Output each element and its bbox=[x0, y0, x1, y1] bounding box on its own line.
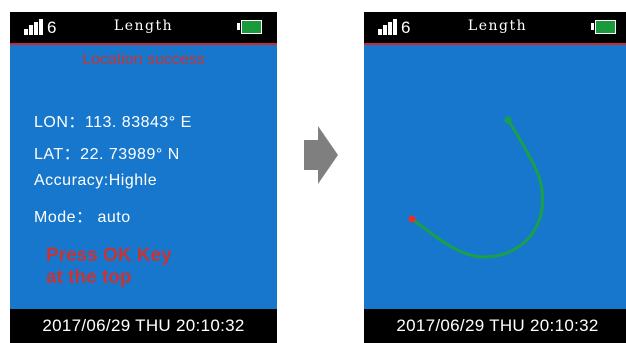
track-start-point bbox=[408, 215, 416, 223]
latitude-value: 22. 73989° N bbox=[80, 146, 180, 163]
datetime-footer: 2017/06/29 THU 20:10:32 bbox=[364, 309, 626, 343]
accuracy-text: Accuracy:Highle bbox=[34, 172, 158, 189]
longitude-label: LON： bbox=[34, 114, 85, 131]
location-status: Location success bbox=[82, 51, 205, 68]
press-ok-line1: Press OK Key bbox=[46, 245, 172, 266]
track-panel bbox=[364, 45, 626, 309]
location-panel: Location success LON：113. 83843° E LAT：2… bbox=[10, 45, 277, 309]
datetime-footer: 2017/06/29 THU 20:10:32 bbox=[10, 309, 277, 343]
latitude-label: LAT： bbox=[34, 146, 81, 163]
device-screen-location: 6 Length Location success LON：113. 83843… bbox=[10, 12, 277, 343]
right-arrow-icon bbox=[304, 126, 338, 184]
battery-icon bbox=[591, 20, 616, 34]
latitude-row: LAT：22. 73989° N bbox=[34, 140, 180, 164]
screen-title: Length bbox=[467, 18, 528, 34]
status-bar: 6 Length bbox=[364, 12, 626, 43]
battery-icon bbox=[237, 20, 262, 34]
track-end-point bbox=[504, 116, 512, 124]
device-screen-track: 6 Length 2017/06/29 THU 20:10:32 bbox=[364, 12, 626, 343]
track-path bbox=[410, 118, 545, 259]
press-ok-line2: at the top bbox=[46, 267, 132, 288]
longitude-row: LON：113. 83843° E bbox=[34, 108, 192, 132]
track-map bbox=[408, 116, 545, 259]
mode-text: Mode： auto bbox=[34, 209, 131, 226]
status-bar: 6 Length bbox=[10, 12, 277, 43]
longitude-value: 113. 83843° E bbox=[84, 114, 192, 131]
